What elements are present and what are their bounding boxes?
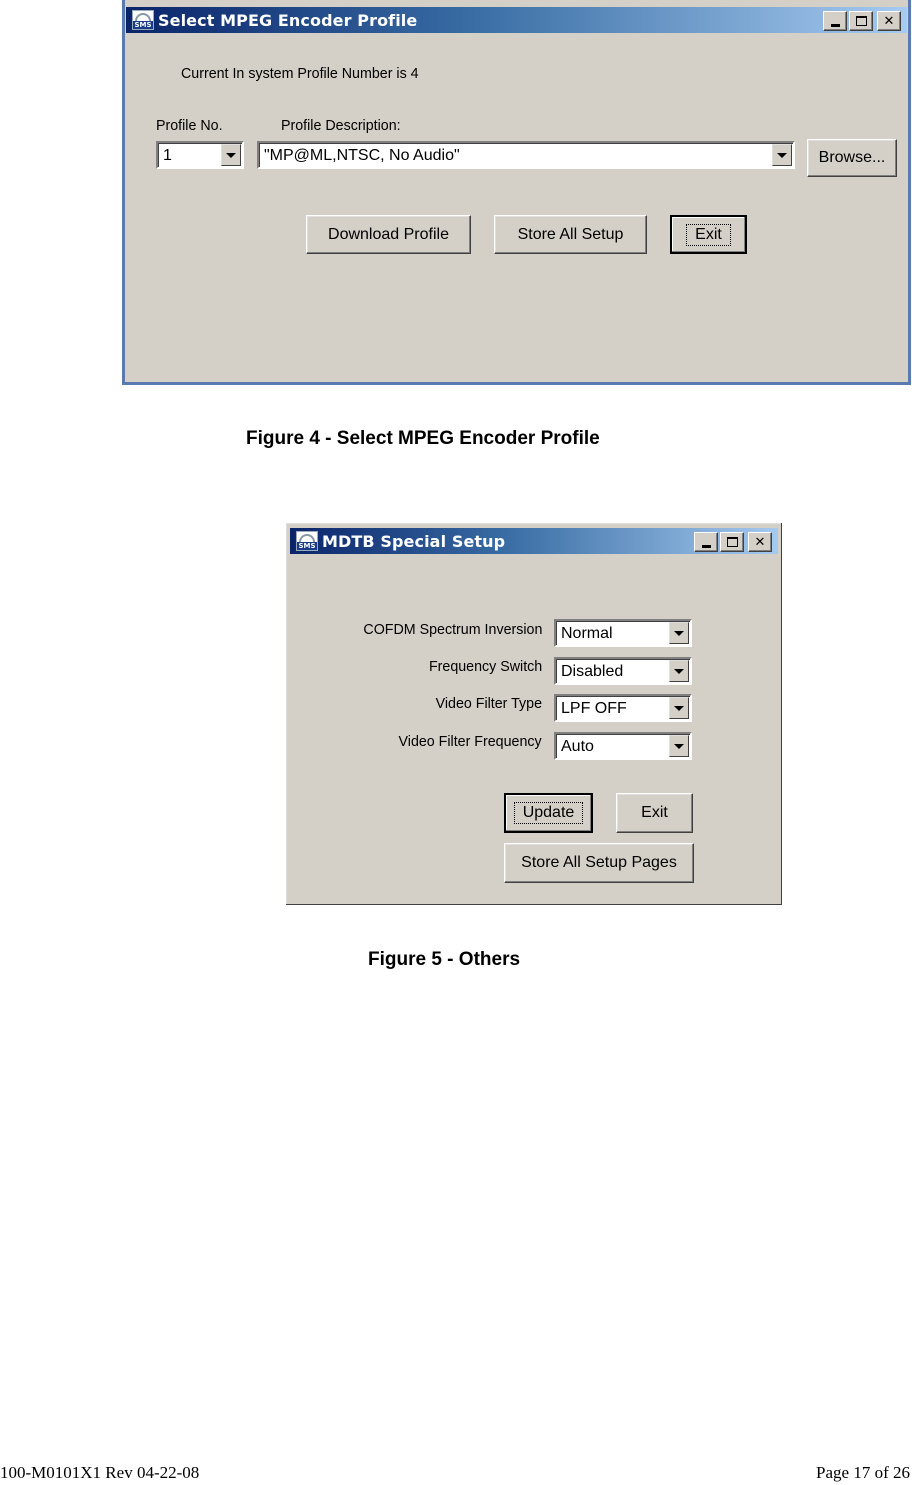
profile-no-value: 1 — [163, 147, 172, 164]
close-icon: ✕ — [883, 13, 895, 29]
chevron-down-icon — [674, 743, 684, 749]
profile-description-select[interactable]: "MP@ML,NTSC, No Audio" — [257, 141, 795, 169]
maximize-icon — [726, 537, 738, 547]
dropdown-arrow-button[interactable] — [669, 622, 689, 644]
title-bar[interactable]: MDTB Special Setup ✕ — [290, 528, 778, 554]
maximize-icon — [855, 16, 867, 26]
current-profile-status: Current In system Profile Number is 4 — [181, 65, 419, 82]
update-button-label: Update — [513, 802, 584, 824]
maximize-button[interactable] — [720, 532, 744, 552]
page-number: Page 17 of 26 — [816, 1463, 910, 1482]
chevron-down-icon — [674, 705, 684, 711]
exit-button[interactable]: Exit — [670, 215, 747, 254]
profile-description-value: "MP@ML,NTSC, No Audio" — [264, 147, 460, 164]
frequency-switch-select[interactable]: Disabled — [554, 657, 692, 685]
sms-app-icon — [132, 10, 154, 30]
video-filter-type-label: Video Filter Type — [435, 695, 542, 712]
profile-no-label: Profile No. — [156, 117, 223, 134]
dropdown-arrow-button[interactable] — [669, 697, 689, 719]
minimize-icon — [701, 544, 711, 548]
select-mpeg-encoder-profile-window: Select MPEG Encoder Profile ✕ Current In… — [121, 0, 912, 386]
cofdm-spectrum-inversion-value: Normal — [561, 625, 613, 642]
chevron-down-icon — [226, 152, 236, 158]
chevron-down-icon — [674, 668, 684, 674]
close-button[interactable]: ✕ — [748, 532, 772, 552]
download-profile-button[interactable]: Download Profile — [306, 215, 471, 254]
exit-button[interactable]: Exit — [616, 793, 693, 833]
minimize-icon — [830, 23, 840, 27]
video-filter-type-select[interactable]: LPF OFF — [554, 694, 692, 722]
window-title: Select MPEG Encoder Profile — [158, 10, 418, 30]
sms-app-icon — [296, 531, 318, 551]
video-filter-type-value: LPF OFF — [561, 700, 627, 717]
video-filter-frequency-select[interactable]: Auto — [554, 732, 692, 760]
title-bar[interactable]: Select MPEG Encoder Profile ✕ — [126, 7, 907, 33]
maximize-button[interactable] — [849, 11, 873, 31]
figure-5-caption: Figure 5 - Others — [368, 949, 521, 970]
frequency-switch-label: Frequency Switch — [428, 658, 542, 675]
close-icon: ✕ — [754, 534, 766, 550]
dropdown-arrow-button[interactable] — [669, 660, 689, 682]
minimize-button[interactable] — [823, 11, 847, 31]
document-id: 100-M0101X1 Rev 04-22-08 — [0, 1463, 200, 1482]
store-all-setup-button[interactable]: Store All Setup — [494, 215, 647, 254]
frequency-switch-value: Disabled — [561, 663, 624, 680]
close-button[interactable]: ✕ — [877, 11, 901, 31]
cofdm-spectrum-inversion-select[interactable]: Normal — [554, 619, 692, 647]
browse-button[interactable]: Browse... — [807, 139, 897, 177]
chevron-down-icon — [777, 152, 787, 158]
dropdown-arrow-button[interactable] — [221, 144, 241, 166]
video-filter-frequency-label: Video Filter Frequency — [398, 733, 542, 750]
update-button[interactable]: Update — [504, 793, 593, 833]
figure-4-caption: Figure 4 - Select MPEG Encoder Profile — [246, 428, 600, 449]
window-frame — [122, 0, 911, 385]
profile-no-select[interactable]: 1 — [156, 141, 244, 169]
minimize-button[interactable] — [694, 532, 718, 552]
store-all-setup-pages-button[interactable]: Store All Setup Pages — [504, 843, 694, 883]
mdtb-special-setup-window: MDTB Special Setup ✕ COFDM Spectrum Inve… — [285, 522, 783, 906]
dropdown-arrow-button[interactable] — [772, 144, 792, 166]
profile-description-label: Profile Description: — [281, 117, 401, 134]
window-title: MDTB Special Setup — [322, 531, 506, 551]
chevron-down-icon — [674, 630, 684, 636]
exit-button-label: Exit — [686, 223, 731, 246]
cofdm-spectrum-inversion-label: COFDM Spectrum Inversion — [363, 621, 542, 638]
video-filter-frequency-value: Auto — [561, 738, 594, 755]
dropdown-arrow-button[interactable] — [669, 735, 689, 757]
